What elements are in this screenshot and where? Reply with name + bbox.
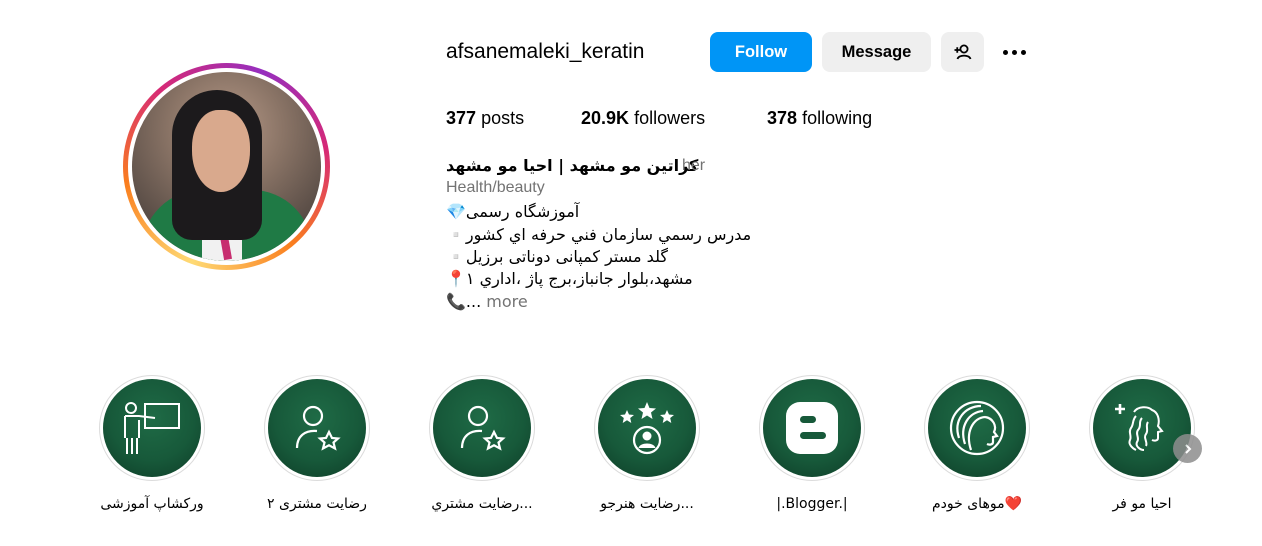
bio-line: 📞... xyxy=(446,292,482,311)
highlight-item[interactable] xyxy=(1089,375,1195,481)
highlight-label: ورکشاپ آموزشی xyxy=(100,496,204,512)
highlight-cover xyxy=(1093,379,1191,477)
highlight-label: رضایت مشتری ۲ xyxy=(267,496,367,512)
profile-pronouns: her xyxy=(682,157,706,174)
chevron-right-icon xyxy=(1184,443,1191,454)
bio-more-link[interactable]: more xyxy=(486,292,527,311)
profile-username: afsanemaleki_keratin xyxy=(446,40,645,63)
following-count: 378 xyxy=(767,108,798,128)
highlight-item[interactable] xyxy=(429,375,535,481)
highlight-cover xyxy=(598,379,696,477)
followers-count: 20.9K xyxy=(581,108,630,128)
highlight-label: موهای خودم❤️ xyxy=(931,496,1022,512)
person-add-icon xyxy=(954,44,971,60)
user-star-icon xyxy=(295,405,341,451)
bio-line: گلد مستر کمپانی دوناتی برزیل▫️ xyxy=(446,247,668,266)
more-options-button[interactable] xyxy=(994,32,1034,72)
bio-line: آموزشگاه رسمی💎 xyxy=(446,202,580,221)
posts-label: posts xyxy=(481,108,525,128)
highlight-cover xyxy=(433,379,531,477)
highlight-item[interactable] xyxy=(99,375,205,481)
stars-user-icon xyxy=(620,402,674,455)
avatar-border xyxy=(128,68,325,265)
bio-last-line: 📞... more xyxy=(446,292,528,311)
highlight-item[interactable] xyxy=(594,375,700,481)
highlight-cover xyxy=(928,379,1026,477)
highlight-label: رضایت مشتري... xyxy=(431,496,533,512)
followers-label: followers xyxy=(634,108,706,128)
highlight-item[interactable] xyxy=(264,375,370,481)
highlight-cover xyxy=(763,379,861,477)
blogger-icon xyxy=(786,402,838,454)
teacher-board-icon xyxy=(124,402,180,454)
followers-stat[interactable]: 20.9K followers xyxy=(581,108,705,129)
highlight-label: |.Blogger.| xyxy=(776,496,848,512)
following-label: following xyxy=(802,108,873,128)
user-star-icon xyxy=(460,405,506,451)
more-options-icon xyxy=(1002,49,1026,55)
highlight-cover xyxy=(103,379,201,477)
follow-button[interactable]: Follow xyxy=(710,32,812,72)
posts-count: 377 xyxy=(446,108,477,128)
curly-hair-plus-icon xyxy=(1115,404,1164,451)
highlight-cover xyxy=(268,379,366,477)
highlight-item[interactable] xyxy=(924,375,1030,481)
following-stat[interactable]: 378 following xyxy=(767,108,872,129)
highlight-label: رضایت هنرجو... xyxy=(600,496,694,512)
highlights-next-button[interactable] xyxy=(1173,434,1202,463)
profile-avatar[interactable] xyxy=(123,63,330,270)
bio-line: مشهد،بلوار جانباز،برج پاژ ،اداري ١📍 xyxy=(446,269,693,288)
avatar-photo xyxy=(132,72,321,261)
suggested-accounts-button[interactable] xyxy=(941,32,984,72)
message-button[interactable]: Message xyxy=(822,32,931,72)
posts-stat: 377 posts xyxy=(446,108,524,129)
highlight-item[interactable] xyxy=(759,375,865,481)
profile-category: Health/beauty xyxy=(446,179,545,196)
highlight-label: احیا مو فر xyxy=(1112,496,1172,512)
profile-full-name: کراتین مو مشهد | احیا مو مشهد xyxy=(446,156,699,175)
bio-line: مدرس رسمي سازمان فني حرفه اي كشور▫️ xyxy=(446,225,752,244)
woman-hair-icon xyxy=(949,400,1005,456)
